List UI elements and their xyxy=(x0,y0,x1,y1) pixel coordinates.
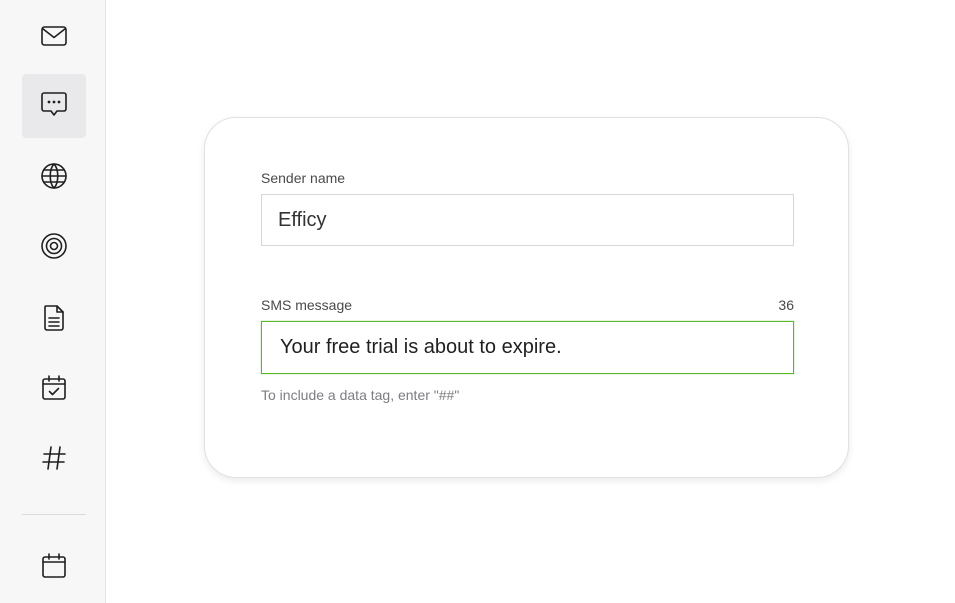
sidebar-item-tasks[interactable] xyxy=(22,358,86,422)
sms-character-counter: 36 xyxy=(778,297,794,313)
chat-bubble-icon xyxy=(38,88,70,125)
envelope-icon xyxy=(38,20,70,57)
sidebar-item-targeting[interactable] xyxy=(22,216,86,280)
sidebar-divider xyxy=(22,514,86,515)
sms-message-label: SMS message xyxy=(261,297,353,313)
hashtag-icon xyxy=(38,442,70,479)
sidebar-item-tags[interactable] xyxy=(22,428,86,492)
sidebar-item-documents[interactable] xyxy=(22,288,86,352)
target-icon xyxy=(38,230,70,267)
sidebar-item-calendar[interactable] xyxy=(22,536,86,600)
sidebar-item-sms[interactable] xyxy=(22,74,86,138)
app-window: Sender name SMS message 36 To include a … xyxy=(0,0,955,603)
data-tag-help-text: To include a data tag, enter "##" xyxy=(261,387,460,403)
sms-message-input[interactable] xyxy=(261,321,794,374)
sms-settings-card: Sender name SMS message 36 To include a … xyxy=(204,117,849,478)
sender-name-label: Sender name xyxy=(261,170,346,186)
sidebar-item-email[interactable] xyxy=(22,6,86,70)
calendar-icon xyxy=(38,550,70,587)
sidebar-item-web[interactable] xyxy=(22,146,86,210)
globe-icon xyxy=(38,160,70,197)
sender-name-input[interactable] xyxy=(261,194,794,246)
sidebar xyxy=(0,0,106,603)
document-icon xyxy=(38,302,70,339)
calendar-check-icon xyxy=(38,372,70,409)
